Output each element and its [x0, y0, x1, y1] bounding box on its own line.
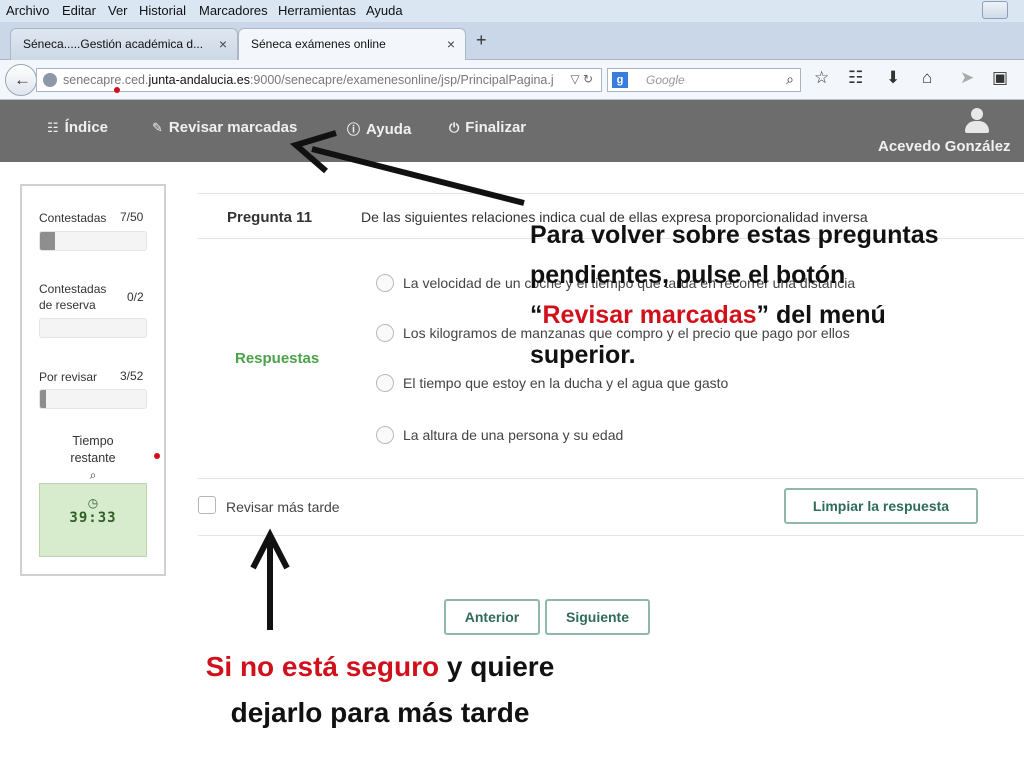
- annotation-bottom-highlight: Si no está seguro: [205, 651, 440, 682]
- annotation-bottom-rest: y quiere: [439, 651, 555, 682]
- annotation-top-highlight: Revisar marcadas: [542, 301, 757, 329]
- red-dot-marker: [114, 87, 120, 93]
- annotation-top-line1: Para volver sobre estas preguntas: [530, 221, 939, 249]
- annotation-top-quote: “: [530, 301, 543, 329]
- annotation-top-line2: pendientes, pulse el botón: [530, 261, 846, 289]
- screen: Archivo Editar Ver Historial Marcadores …: [0, 0, 1024, 768]
- red-dot-marker: [154, 453, 160, 459]
- annotation-bottom-line2: dejarlo para más tarde: [230, 697, 530, 728]
- arrow-to-revisar-marcadas: [311, 146, 525, 206]
- annotation-bottom: Si no está seguro y quiere dejarlo para …: [150, 644, 610, 736]
- annotation-top: Para volver sobre estas preguntas pendie…: [530, 215, 960, 375]
